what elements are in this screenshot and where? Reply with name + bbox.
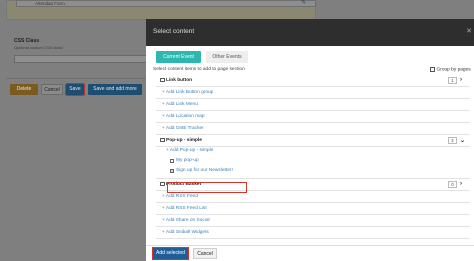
count-badge: 1 xyxy=(448,77,457,84)
css-class-help: Optional custom CSS class xyxy=(14,45,63,50)
count-badge: 2 xyxy=(448,137,457,144)
list-item[interactable]: + Add RSS Feed List xyxy=(156,203,470,215)
folder-open-icon xyxy=(160,138,165,142)
group-label: Link button xyxy=(166,78,193,83)
list-item[interactable]: + Add Link Menu xyxy=(156,99,470,111)
cancel-button[interactable]: Cancel xyxy=(41,84,63,95)
select-hint: Select content items to add to page sect… xyxy=(153,67,245,72)
add-link[interactable]: + Add RSS Feed List xyxy=(162,206,207,211)
item-checkbox[interactable] xyxy=(170,158,174,163)
count-badge: 0 xyxy=(448,181,457,188)
add-link[interactable]: + Add OnBi Tracker xyxy=(162,126,204,131)
group-by-pages-toggle[interactable]: Group by pages xyxy=(430,67,471,73)
modal-title: Select content xyxy=(153,28,195,35)
list-item[interactable]: + Add Link Button group xyxy=(156,87,470,99)
tab-current-event[interactable]: Current Event xyxy=(156,51,201,63)
add-link[interactable]: + Add Location map xyxy=(162,114,205,119)
item-checkbox-checked[interactable] xyxy=(170,168,174,173)
form-name-field[interactable]: Attendaa Form xyxy=(16,0,316,7)
modal-header: Select content ✕ xyxy=(146,19,474,46)
save-button[interactable]: Save xyxy=(65,83,85,96)
select-content-modal: Select content ✕ Current Event Other Eve… xyxy=(146,19,474,261)
list-item[interactable]: + Add Location map xyxy=(156,111,470,123)
item-label[interactable]: Sign up for our Newsletter! xyxy=(176,168,233,173)
list-item[interactable]: My pop-up xyxy=(156,156,470,165)
modal-cancel-button[interactable]: Cancel xyxy=(193,248,217,259)
add-link[interactable]: + Add Link Button group xyxy=(162,90,213,95)
list-group-header[interactable]: Pop-up - simple 2 ⌄ xyxy=(156,135,470,147)
group-by-label: Group by pages xyxy=(436,67,471,73)
group-label: Pop-up - simple xyxy=(166,138,202,143)
add-link[interactable]: + Add Sniball Widgets xyxy=(162,230,209,235)
add-link[interactable]: + Add RSS Feed xyxy=(162,194,198,199)
add-selected-button[interactable]: Add selected xyxy=(152,247,189,260)
add-link[interactable]: + Add Pop-up - simple xyxy=(166,148,213,153)
list-item[interactable]: + Add Share on Social xyxy=(156,215,470,227)
add-link[interactable]: + Add Link Menu xyxy=(162,102,198,107)
save-and-add-more-button[interactable]: Save and add more xyxy=(88,84,142,95)
list-group-header[interactable]: Link button 1 › xyxy=(156,75,470,87)
delete-button[interactable]: Delete xyxy=(10,84,38,95)
content-list: Link button 1 › + Add Link Button group … xyxy=(156,75,470,260)
list-item[interactable]: + Add Sniball Widgets xyxy=(156,227,470,239)
chevron-down-icon[interactable]: ⌄ xyxy=(460,137,465,144)
tab-other-events[interactable]: Other Events xyxy=(206,51,248,63)
folder-icon xyxy=(160,182,165,186)
group-by-checkbox[interactable] xyxy=(430,67,435,72)
add-link[interactable]: + Add Share on Social xyxy=(162,218,210,223)
chevron-right-icon[interactable]: › xyxy=(460,181,462,187)
edit-icon[interactable]: ✎ xyxy=(301,0,309,6)
item-label[interactable]: My pop-up xyxy=(176,158,199,163)
close-icon[interactable]: ✕ xyxy=(466,27,472,35)
selection-highlight xyxy=(167,182,247,193)
modal-footer: Add selected Cancel xyxy=(146,245,474,261)
list-item[interactable]: + Add Pop-up - simple xyxy=(156,147,470,156)
folder-icon xyxy=(160,78,165,82)
css-class-label: CSS Class xyxy=(14,38,40,44)
chevron-right-icon[interactable]: › xyxy=(460,77,462,83)
list-item-selected[interactable]: Sign up for our Newsletter! xyxy=(156,165,470,179)
list-item[interactable]: + Add OnBi Tracker xyxy=(156,123,470,135)
form-name-value: Attendaa Form xyxy=(35,1,65,6)
